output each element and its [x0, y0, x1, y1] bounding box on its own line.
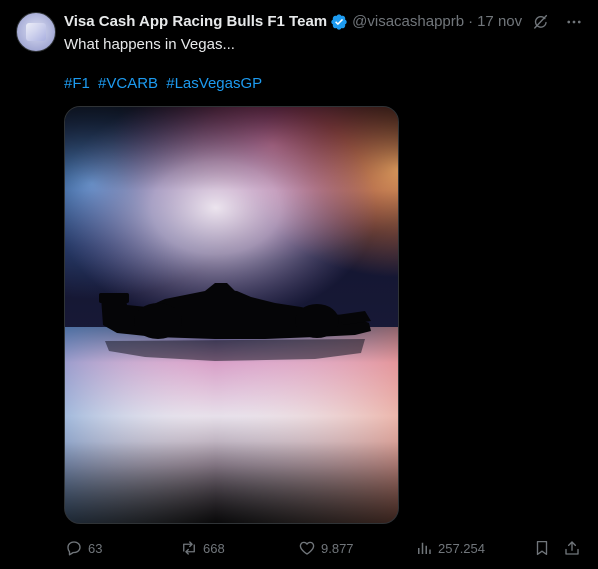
timestamp[interactable]: 17 nov: [477, 12, 522, 32]
grok-icon[interactable]: [530, 12, 550, 32]
like-count: 9.877: [321, 540, 354, 556]
tweet-text: What happens in Vegas...: [64, 36, 235, 53]
bookmark-button[interactable]: [532, 537, 556, 559]
repost-count: 668: [203, 540, 225, 556]
like-button[interactable]: 9.877: [297, 537, 354, 559]
reply-button[interactable]: 63: [64, 537, 102, 559]
verified-badge-icon[interactable]: [330, 13, 348, 31]
views-button[interactable]: 257.254: [414, 537, 485, 559]
tweet[interactable]: Visa Cash App Racing Bulls F1 Team @visa…: [0, 0, 598, 569]
avatar[interactable]: [16, 12, 56, 52]
hashtag-link[interactable]: #VCARB: [98, 75, 158, 92]
tweet-image[interactable]: [64, 106, 399, 524]
reply-count: 63: [88, 540, 103, 556]
header-actions: [530, 12, 584, 32]
team-logo-icon: [26, 23, 46, 41]
bookmark-icon: [532, 538, 552, 558]
repost-button[interactable]: 668: [179, 537, 225, 559]
repost-icon: [179, 538, 199, 558]
display-name[interactable]: Visa Cash App Racing Bulls F1 Team: [64, 12, 327, 32]
more-icon[interactable]: [564, 12, 584, 32]
separator: ·: [468, 13, 474, 30]
action-bar: 63 668 9.877 257.254: [64, 537, 584, 559]
view-count: 257.254: [438, 540, 485, 556]
share-button[interactable]: [562, 537, 586, 559]
hashtag-link[interactable]: #F1: [64, 75, 90, 92]
share-icon: [562, 538, 582, 558]
tweet-header: Visa Cash App Racing Bulls F1 Team @visa…: [64, 12, 522, 32]
hashtag-link[interactable]: #LasVegasGP: [166, 75, 262, 92]
views-icon: [414, 538, 434, 558]
reply-icon: [64, 538, 84, 558]
heart-icon: [297, 538, 317, 558]
hashtags: #F1 #VCARB #LasVegasGP: [64, 74, 266, 94]
handle[interactable]: @visacashapprb: [352, 12, 464, 32]
